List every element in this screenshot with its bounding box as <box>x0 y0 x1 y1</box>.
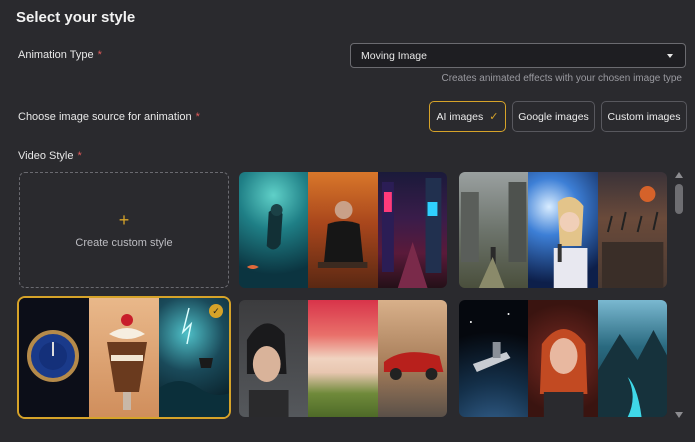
redhead-portrait-image <box>528 300 598 417</box>
animation-type-select[interactable]: Moving Image <box>350 43 686 68</box>
required-mark: * <box>97 49 102 61</box>
man-in-autumn-park-image <box>308 172 378 288</box>
image-source-label: Choose image source for animation * <box>18 111 200 123</box>
source-ai-images-button[interactable]: AI images ✓ <box>429 101 506 132</box>
animation-type-label-text: Animation Type <box>18 49 94 61</box>
neon-city-street-image <box>377 172 447 288</box>
scroll-up-arrow-icon[interactable] <box>675 172 683 178</box>
source-custom-images-button[interactable]: Custom images <box>601 101 687 132</box>
scroll-down-arrow-icon[interactable] <box>675 412 683 418</box>
style-tile-space-portrait-valley[interactable] <box>459 300 667 417</box>
create-custom-style-label: Create custom style <box>75 237 173 249</box>
animation-type-label: Animation Type * <box>18 49 102 61</box>
style-tile-watch-dessert-storm[interactable]: ✓ <box>17 296 231 419</box>
source-ai-images-label: AI images <box>436 110 484 123</box>
plus-icon: + <box>118 210 130 230</box>
style-tile-ruins-singer-battle[interactable] <box>459 172 667 288</box>
source-custom-images-label: Custom images <box>607 110 681 123</box>
check-icon: ✓ <box>489 111 499 123</box>
image-source-label-text: Choose image source for animation <box>18 111 192 123</box>
spaceship-earth-orbit-image <box>459 300 529 417</box>
video-style-scrollbar[interactable] <box>673 170 685 422</box>
source-google-images-label: Google images <box>518 110 589 123</box>
selected-check-icon: ✓ <box>209 304 223 318</box>
medieval-battle-image <box>597 172 667 288</box>
ice-cream-sundae-image <box>89 298 159 417</box>
animation-type-hint: Creates animated effects with your chose… <box>441 73 683 84</box>
style-tile-portrait-landscape-car[interactable] <box>239 300 447 417</box>
style-tile-underwater-autumn-city[interactable] <box>239 172 447 288</box>
required-mark: * <box>77 150 82 162</box>
woman-portrait-image <box>239 300 309 417</box>
ruined-city-walker-image <box>459 172 529 288</box>
red-vintage-car-image <box>377 300 447 417</box>
source-google-images-button[interactable]: Google images <box>512 101 595 132</box>
mountain-valley-river-image <box>597 300 667 417</box>
required-mark: * <box>195 111 200 123</box>
singer-with-microphone-image <box>528 172 598 288</box>
video-style-label-text: Video Style <box>18 150 74 162</box>
animation-type-value: Moving Image <box>361 50 427 62</box>
video-style-label: Video Style * <box>18 150 82 162</box>
pink-sky-landscape-image <box>308 300 378 417</box>
chevron-down-icon <box>667 54 673 58</box>
page-title: Select your style <box>16 9 136 26</box>
luxury-watch-image <box>19 298 89 417</box>
scrollbar-thumb[interactable] <box>675 184 683 214</box>
underwater-diver-image <box>239 172 309 288</box>
create-custom-style-button[interactable]: + Create custom style <box>19 172 229 288</box>
